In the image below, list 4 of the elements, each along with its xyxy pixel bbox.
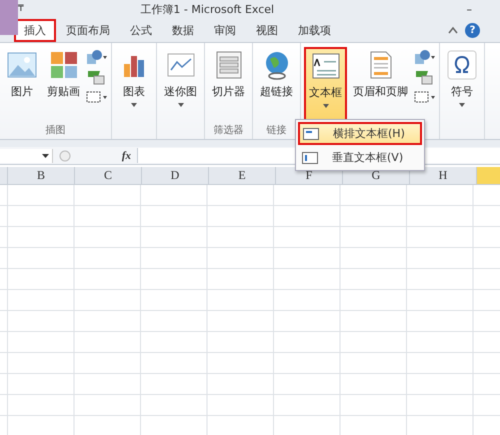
group-label: 插图: [46, 125, 66, 136]
group-label: 筛选器: [214, 125, 244, 136]
group-label: 链接: [266, 125, 286, 136]
window-title: 工作簿1 - Microsoft Excel: [139, 2, 276, 16]
